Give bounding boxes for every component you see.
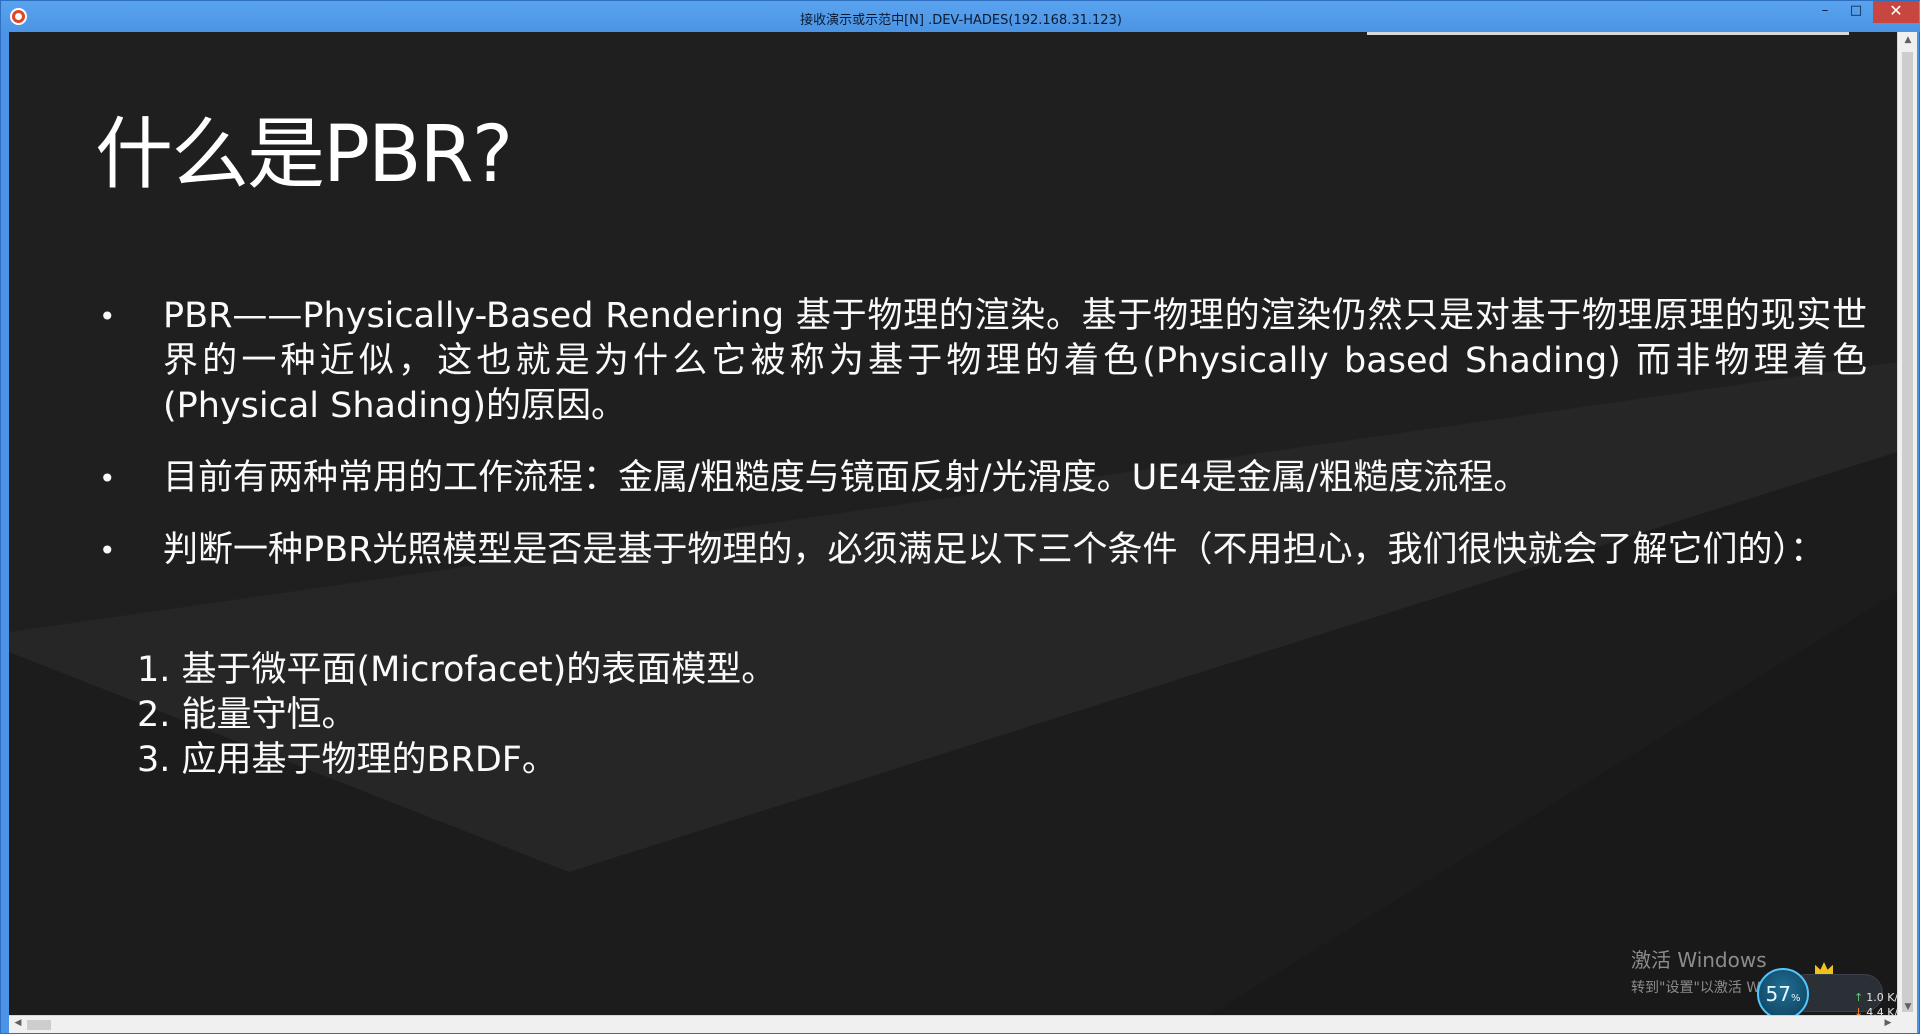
scroll-left-arrow-icon[interactable]: ◀ [9, 1018, 27, 1028]
scroll-right-arrow-icon[interactable]: ▶ [1879, 1018, 1897, 1028]
bullet-item: • 判断一种PBR光照模型是否是基于物理的，必须满足以下三个条件（不用担心，我们… [93, 528, 1867, 573]
upload-arrow-icon: ↑ [1854, 991, 1864, 1004]
title-bar[interactable]: 接收演示或示范中[N] .DEV-HADES(192.168.31.123) –… [1, 1, 1920, 32]
close-button[interactable]: ✕ [1873, 1, 1919, 23]
numbered-item: 1. 基于微平面(Microfacet)的表面模型。 [137, 650, 777, 690]
bullet-item: • 目前有两种常用的工作流程：金属/粗糙度与镜面反射/光滑度。UE4是金属/粗糙… [93, 456, 1867, 501]
bullet-marker: • [99, 462, 116, 495]
scrollbar-corner [1897, 1015, 1917, 1033]
horizontal-scrollbar[interactable]: ◀ ▶ [9, 1015, 1897, 1033]
minimize-button[interactable]: – [1811, 1, 1839, 23]
bullet-item: • PBR——Physically-Based Rendering 基于物理的渲… [93, 294, 1867, 429]
top-divider [1367, 32, 1849, 35]
window-title: 接收演示或示范中[N] .DEV-HADES(192.168.31.123) [800, 13, 1122, 28]
numbered-item: 2. 能量守恒。 [137, 695, 357, 735]
usage-percent-unit: % [1790, 993, 1801, 1004]
bullet-text: 目前有两种常用的工作流程：金属/粗糙度与镜面反射/光滑度。UE4是金属/粗糙度流… [163, 458, 1529, 498]
vertical-scroll-thumb[interactable] [1902, 52, 1913, 1012]
network-speed-widget[interactable]: ↑1.0 K/s ↓4.4 K/s 57% [1757, 962, 1897, 1015]
bullet-marker: • [99, 534, 116, 567]
vertical-scrollbar[interactable]: ▲ ▼ [1897, 32, 1917, 1015]
scroll-down-arrow-icon[interactable]: ▼ [1899, 1002, 1917, 1012]
remote-viewer-window: 接收演示或示范中[N] .DEV-HADES(192.168.31.123) –… [0, 0, 1920, 1034]
download-arrow-icon: ↓ [1854, 1006, 1864, 1015]
scroll-up-arrow-icon[interactable]: ▲ [1899, 35, 1917, 45]
download-speed-value: 4.4 K/s [1866, 1006, 1897, 1015]
upload-speed-value: 1.0 K/s [1866, 991, 1897, 1004]
numbered-list: 1. 基于微平面(Microfacet)的表面模型。 2. 能量守恒。 3. 应… [137, 648, 776, 783]
presentation-view: 什么是PBR? • PBR——Physically-Based Renderin… [9, 32, 1897, 1015]
download-speed: ↓4.4 K/s [1854, 1006, 1897, 1015]
horizontal-scroll-thumb[interactable] [27, 1020, 51, 1030]
maximize-button[interactable]: □ [1841, 1, 1871, 23]
slide-title: 什么是PBR? [95, 110, 513, 200]
numbered-item: 3. 应用基于物理的BRDF。 [137, 740, 557, 780]
upload-speed: ↑1.0 K/s [1854, 991, 1897, 1004]
bullet-text: 判断一种PBR光照模型是否是基于物理的，必须满足以下三个条件（不用担心，我们很快… [163, 530, 1825, 570]
bullet-text: PBR——Physically-Based Rendering 基于物理的渲染。… [163, 296, 1867, 426]
usage-percent: 57 [1765, 982, 1791, 1006]
bullet-list: • PBR——Physically-Based Rendering 基于物理的渲… [93, 294, 1867, 573]
memory-usage-circle[interactable]: 57% [1757, 968, 1809, 1015]
bullet-marker: • [99, 300, 116, 333]
